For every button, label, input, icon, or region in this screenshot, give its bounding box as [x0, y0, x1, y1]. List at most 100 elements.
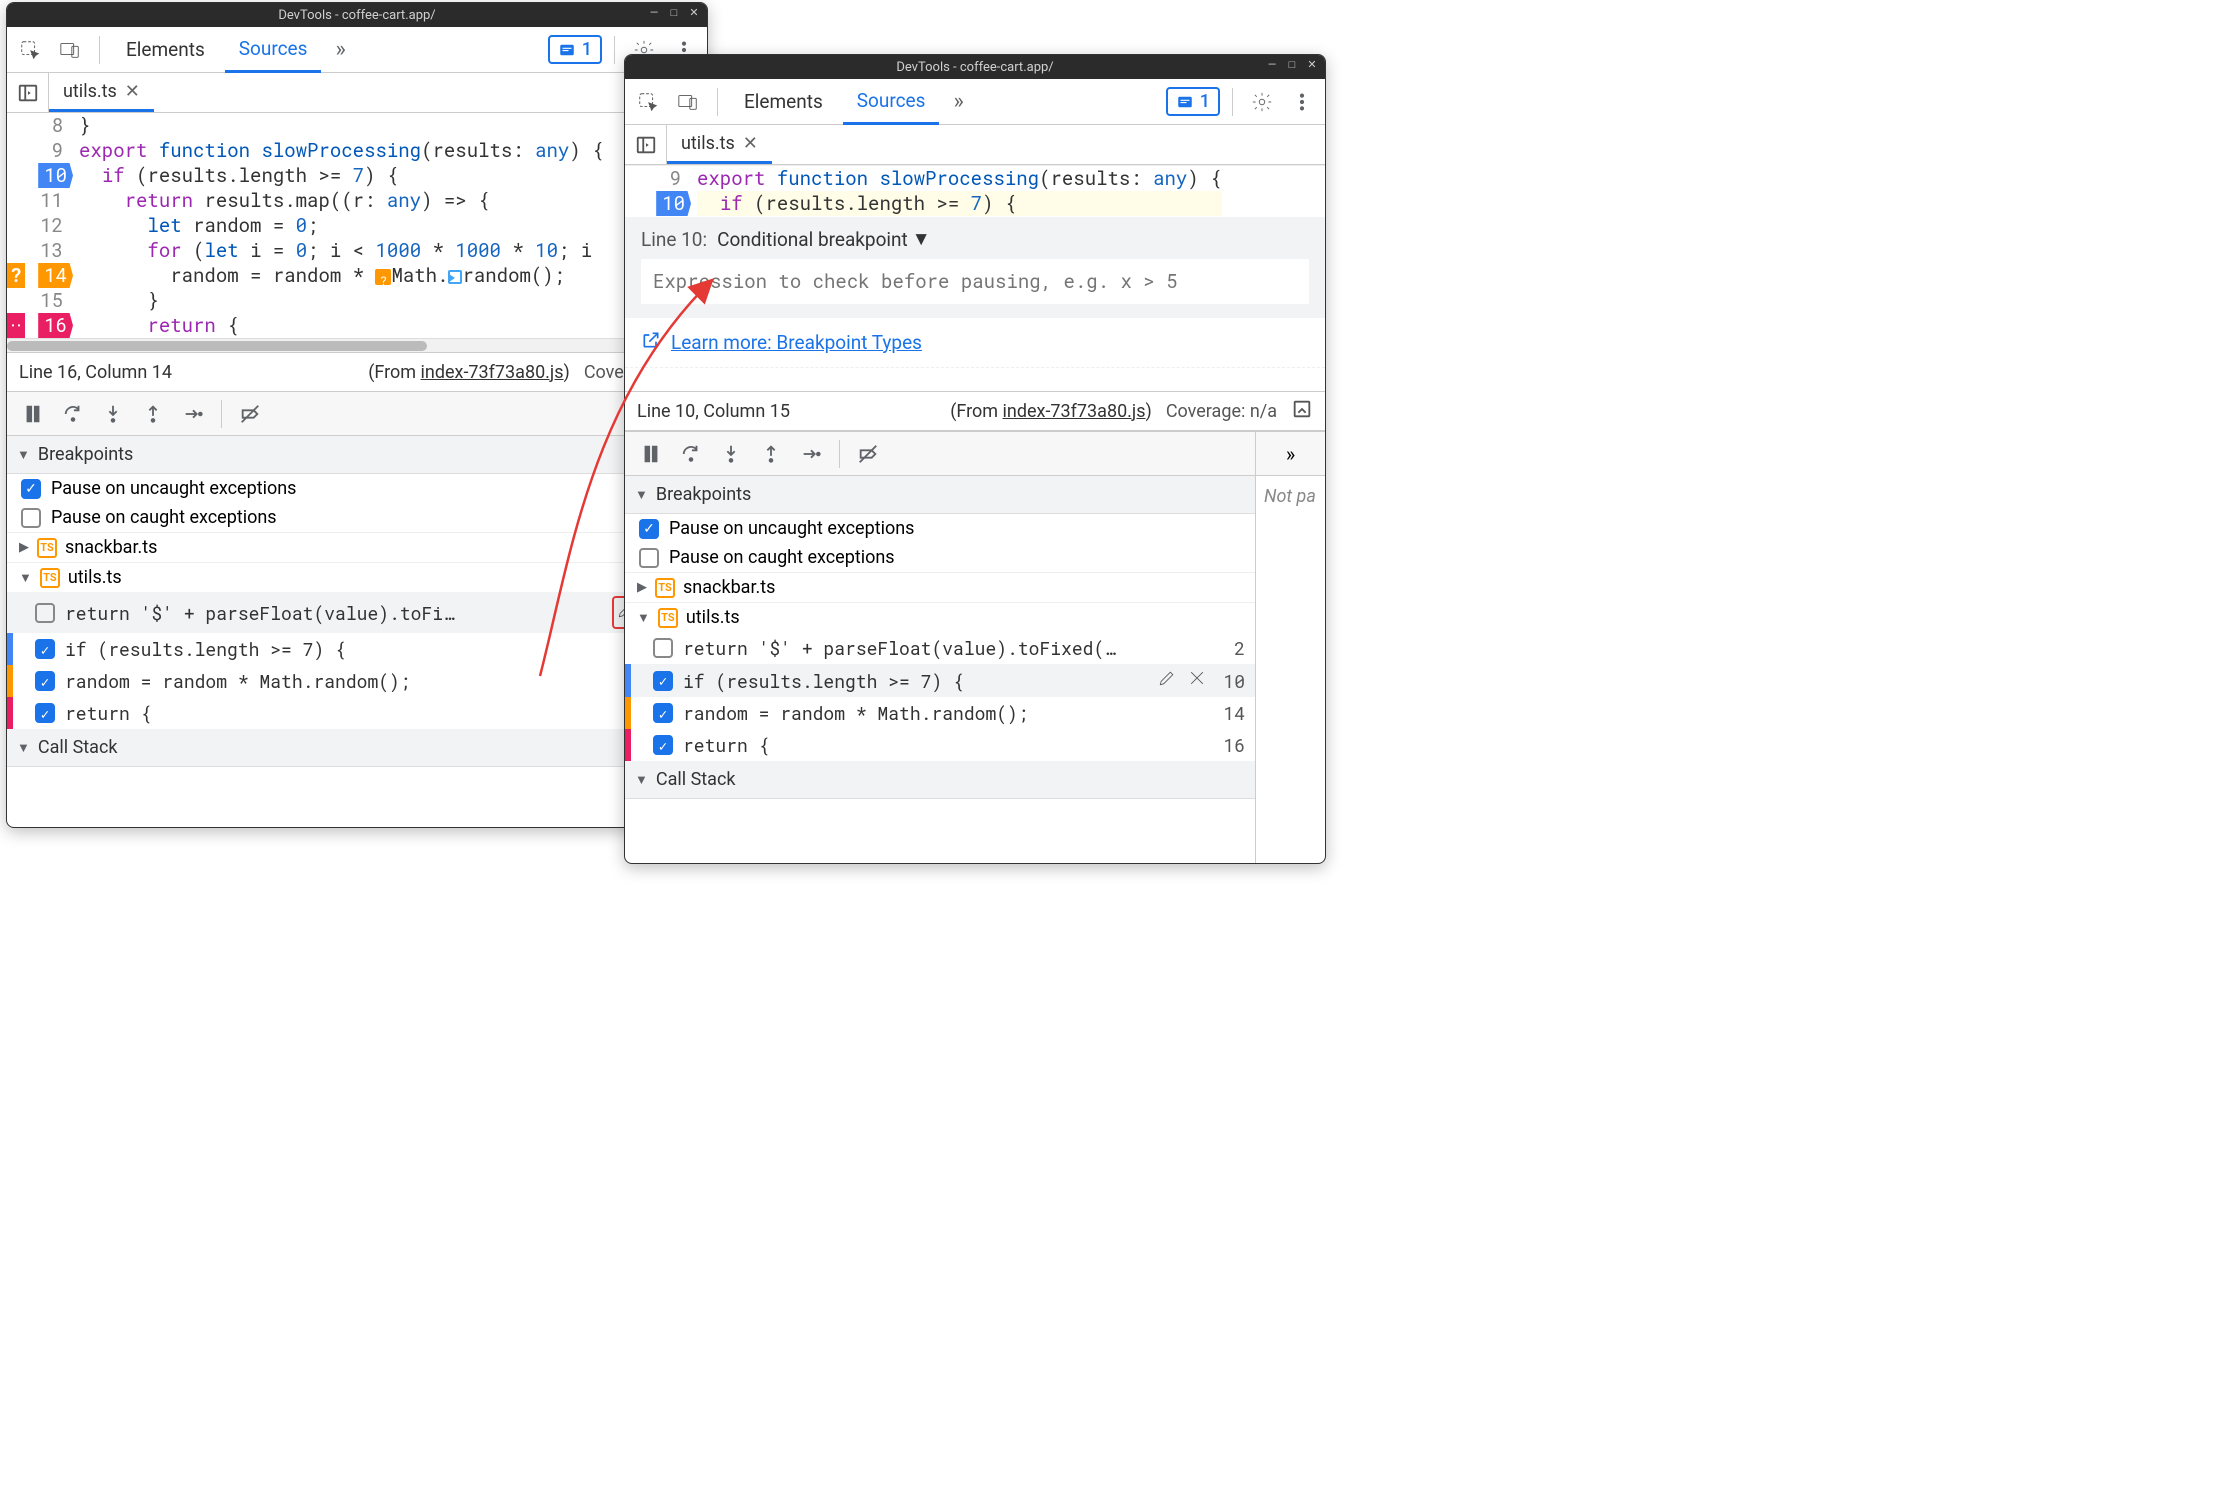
source-map-link[interactable]: index-73f73a80.js	[421, 362, 564, 383]
checkbox-checked-icon[interactable]: ✓	[653, 703, 673, 723]
kebab-menu-icon[interactable]	[1285, 85, 1319, 119]
checkbox-checked-icon[interactable]: ✓	[653, 671, 673, 691]
maximize-button[interactable]: □	[1283, 55, 1301, 73]
code-content[interactable]: } export function slowProcessing(results…	[73, 113, 604, 338]
close-button[interactable]: ✕	[1303, 55, 1321, 73]
settings-icon[interactable]	[1245, 85, 1279, 119]
file-tab-utils[interactable]: utils.ts ✕	[667, 125, 772, 164]
gutter[interactable]: 9 10	[625, 166, 691, 217]
checkbox-icon[interactable]	[639, 548, 659, 568]
breakpoints-section-header[interactable]: ▼ Breakpoints	[7, 436, 707, 474]
deactivate-breakpoints-button[interactable]	[850, 436, 886, 472]
checkbox-icon[interactable]	[21, 508, 41, 528]
callstack-section-header[interactable]: ▼ Call Stack	[625, 761, 1255, 799]
breakpoint-file-snackbar[interactable]: ▶ TS snackbar.ts	[7, 532, 707, 562]
breakpoint-file-utils[interactable]: ▼ TS utils.ts	[7, 562, 707, 592]
line-number-breakpoint[interactable]: 10	[38, 163, 73, 188]
pause-button[interactable]	[633, 436, 669, 472]
checkbox-checked-icon[interactable]: ✓	[653, 735, 673, 755]
more-tabs-icon[interactable]: »	[945, 89, 971, 114]
learn-more-link[interactable]: Learn more: Breakpoint Types	[671, 331, 922, 354]
more-panels-icon[interactable]: »	[1256, 432, 1325, 476]
step-out-button[interactable]	[135, 396, 171, 432]
close-tab-icon[interactable]: ✕	[125, 81, 140, 102]
file-tab-utils[interactable]: utils.ts ✕	[49, 73, 154, 112]
inline-breakpoint-conditional-icon[interactable]: ?	[375, 269, 391, 285]
issues-counter[interactable]: 1	[1166, 87, 1220, 116]
line-number-breakpoint[interactable]: 16	[38, 313, 73, 338]
step-over-button[interactable]	[55, 396, 91, 432]
edit-icon[interactable]	[1157, 668, 1177, 693]
line-number[interactable]: 12	[40, 213, 63, 238]
close-button[interactable]: ✕	[685, 3, 703, 21]
line-number[interactable]: 15	[40, 288, 63, 313]
line-number[interactable]: 13	[40, 238, 63, 263]
inspect-element-icon[interactable]	[631, 85, 665, 119]
step-out-button[interactable]	[753, 436, 789, 472]
pause-uncaught-row[interactable]: ✓ Pause on uncaught exceptions	[7, 474, 707, 503]
show-navigator-icon[interactable]	[7, 73, 49, 112]
checkbox-checked-icon[interactable]: ✓	[35, 703, 55, 723]
device-toggle-icon[interactable]	[671, 85, 705, 119]
code-editor[interactable]: 9 10 export function slowProcessing(resu…	[625, 165, 1325, 217]
line-number-breakpoint[interactable]: 14	[38, 263, 73, 288]
inspect-element-icon[interactable]	[13, 33, 47, 67]
window-titlebar[interactable]: DevTools - coffee-cart.app/ — □ ✕	[7, 3, 707, 27]
device-toggle-icon[interactable]	[53, 33, 87, 67]
breakpoint-row[interactable]: ✓ return { 16	[7, 697, 707, 729]
pause-caught-row[interactable]: Pause on caught exceptions	[625, 543, 1255, 572]
breakpoint-condition-input[interactable]	[641, 259, 1309, 304]
code-content[interactable]: export function slowProcessing(results: …	[691, 166, 1222, 217]
checkbox-icon[interactable]	[653, 638, 673, 658]
minimize-button[interactable]: —	[1263, 55, 1281, 73]
line-number[interactable]: 9	[670, 166, 681, 191]
maximize-button[interactable]: □	[665, 3, 683, 21]
deactivate-breakpoints-button[interactable]	[232, 396, 268, 432]
gutter[interactable]: 8 9 10 11 12 13 ?14 15 ••16	[7, 113, 73, 338]
step-into-button[interactable]	[95, 396, 131, 432]
tab-sources[interactable]: Sources	[225, 28, 322, 73]
pause-button[interactable]	[15, 396, 51, 432]
breakpoint-row[interactable]: ✓ if (results.length >= 7) { 10	[7, 633, 707, 665]
breakpoint-row[interactable]: ✓ if (results.length >= 7) { 10	[625, 664, 1255, 697]
step-over-button[interactable]	[673, 436, 709, 472]
step-button[interactable]	[793, 436, 829, 472]
horizontal-scrollbar[interactable]	[7, 338, 707, 352]
callstack-section-header[interactable]: ▼ Call Stack	[7, 729, 707, 767]
checkbox-checked-icon[interactable]: ✓	[35, 671, 55, 691]
breakpoint-row[interactable]: ✓ random = random * Math.random(); 14	[7, 665, 707, 697]
tab-elements[interactable]: Elements	[730, 79, 837, 124]
breakpoint-row[interactable]: return '$' + parseFloat(value).toFixed(……	[625, 632, 1255, 664]
breakpoint-row[interactable]: ✓ return { 16	[625, 729, 1255, 761]
show-navigator-icon[interactable]	[625, 125, 667, 164]
window-titlebar[interactable]: DevTools - coffee-cart.app/ — □ ✕	[625, 55, 1325, 79]
checkbox-checked-icon[interactable]: ✓	[35, 639, 55, 659]
issues-counter[interactable]: 1	[548, 35, 602, 64]
pause-uncaught-row[interactable]: ✓ Pause on uncaught exceptions	[625, 514, 1255, 543]
pause-caught-row[interactable]: Pause on caught exceptions	[7, 503, 707, 532]
code-editor[interactable]: 8 9 10 11 12 13 ?14 15 ••16 } export fun…	[7, 113, 707, 338]
breakpoint-file-snackbar[interactable]: ▶ TS snackbar.ts	[625, 572, 1255, 602]
breakpoint-row[interactable]: ✓ random = random * Math.random(); 14	[625, 697, 1255, 729]
close-tab-icon[interactable]: ✕	[743, 133, 758, 154]
inline-breakpoint-icon[interactable]	[448, 270, 462, 284]
tab-sources[interactable]: Sources	[843, 80, 940, 125]
source-map-link[interactable]: index-73f73a80.js	[1003, 401, 1146, 422]
checkbox-checked-icon[interactable]: ✓	[21, 479, 41, 499]
remove-breakpoint-icon[interactable]	[1187, 668, 1207, 693]
line-number-breakpoint[interactable]: 10	[656, 191, 691, 216]
line-number[interactable]: 8	[52, 113, 63, 138]
minimize-button[interactable]: —	[645, 3, 663, 21]
pretty-print-icon[interactable]	[1291, 398, 1313, 425]
line-number[interactable]: 11	[40, 188, 63, 213]
checkbox-checked-icon[interactable]: ✓	[639, 519, 659, 539]
line-number[interactable]: 9	[52, 138, 63, 163]
breakpoint-file-utils[interactable]: ▼ TS utils.ts	[625, 602, 1255, 632]
step-button[interactable]	[175, 396, 211, 432]
step-into-button[interactable]	[713, 436, 749, 472]
breakpoint-row[interactable]: return '$' + parseFloat(value).toFi… 2	[7, 592, 707, 633]
tab-elements[interactable]: Elements	[112, 27, 219, 72]
checkbox-icon[interactable]	[35, 603, 55, 623]
breakpoint-type-select[interactable]: Conditional breakpoint ▼	[717, 227, 930, 251]
more-tabs-icon[interactable]: »	[327, 37, 353, 62]
